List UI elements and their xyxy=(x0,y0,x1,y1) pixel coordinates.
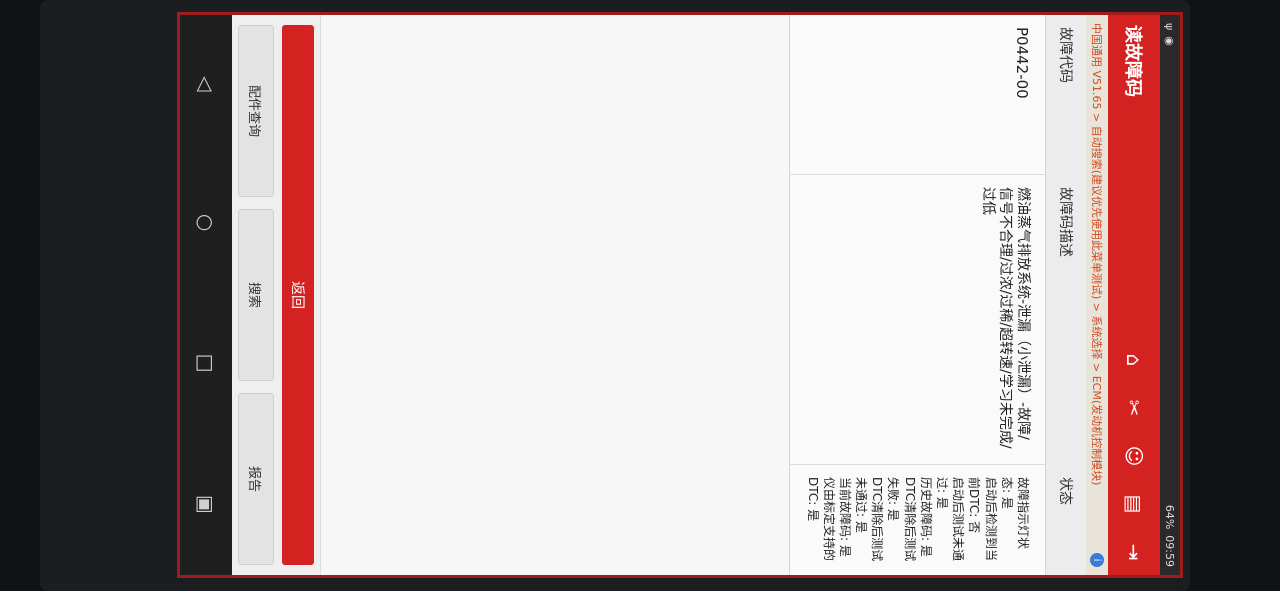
status-line: DTC清除后测试未通过: 是 xyxy=(854,477,885,562)
back-nav-icon[interactable]: ◁ xyxy=(194,76,218,91)
status-line: 启动后测试未通过: 是 xyxy=(935,477,966,562)
parts-query-button[interactable]: 配件查询 xyxy=(238,25,274,197)
table-empty-area xyxy=(269,15,790,575)
page-title: 读故障码 xyxy=(1122,25,1143,97)
recents-nav-icon[interactable]: □ xyxy=(194,354,218,373)
tools-icon[interactable]: ✂ xyxy=(1121,395,1147,421)
title-bar: 读故障码 ⌂ ✂ ☺ ▤ ⇥ xyxy=(1108,15,1160,575)
status-line: DTC清除后测试失败: 是 xyxy=(886,477,917,562)
status-line: 当前故障码: 是 xyxy=(837,477,852,557)
battery-level: 64% xyxy=(1163,504,1177,530)
print-icon[interactable]: ▤ xyxy=(1121,491,1147,517)
breadcrumb-text: 中国通用 V51.65 > 自动搜索(建议优先使用此菜单测试) > 系统选择 >… xyxy=(1090,23,1103,486)
status-bar: ψ ◉ 64% 09:59 xyxy=(1160,15,1180,575)
table-header: 故障代码 故障码描述 状态 xyxy=(1045,15,1086,575)
status-line: 故障指示灯状态: 是 xyxy=(999,477,1030,550)
status-line: 仪由标定支持的DTC: 是 xyxy=(805,477,836,562)
search-button[interactable]: 搜索 xyxy=(238,209,274,381)
table-row[interactable]: P0442-00 燃油蒸气排放系统-泄漏（小泄漏）-故障/信号不合理/过浓/过稀… xyxy=(789,15,1045,575)
report-button[interactable]: 报告 xyxy=(238,393,274,565)
back-button[interactable]: 返回 xyxy=(282,25,314,565)
system-nav-bar: ◁ ○ □ ▣ xyxy=(180,15,232,575)
column-header-code: 故障代码 xyxy=(1057,27,1073,83)
status-line: 启动后检测到当前DTC: 否 xyxy=(967,477,998,562)
screenshot-nav-icon[interactable]: ▣ xyxy=(194,495,218,514)
app-screen: ψ ◉ 64% 09:59 读故障码 ⌂ ✂ ☺ ▤ ⇥ 中国通用 V51.65… xyxy=(177,12,1183,578)
home-icon[interactable]: ⌂ xyxy=(1121,347,1147,373)
home-nav-icon[interactable]: ○ xyxy=(194,214,218,231)
usb-icon: ψ xyxy=(1163,23,1177,31)
dtc-code: P0442-00 xyxy=(790,15,1045,175)
info-icon[interactable]: i xyxy=(1090,553,1104,567)
user-icon[interactable]: ☺ xyxy=(1121,443,1147,469)
action-bar: 返回 配件查询 搜索 报告 xyxy=(232,15,321,575)
dtc-table: 故障代码 故障码描述 状态 P0442-00 燃油蒸气排放系统-泄漏（小泄漏）-… xyxy=(269,15,1086,575)
column-header-description: 故障码描述 xyxy=(1057,187,1073,257)
status-line: 历史故障码: 是 xyxy=(918,477,933,557)
record-icon: ◉ xyxy=(1163,36,1177,46)
dtc-status: 故障指示灯状态: 是 启动后检测到当前DTC: 否 启动后测试未通过: 是 历史… xyxy=(790,465,1045,575)
tablet-device: ψ ◉ 64% 09:59 读故障码 ⌂ ✂ ☺ ▤ ⇥ 中国通用 V51.65… xyxy=(40,0,1190,591)
clock: 09:59 xyxy=(1163,535,1177,567)
dtc-description: 燃油蒸气排放系统-泄漏（小泄漏）-故障/信号不合理/过浓/过稀/超转速/学习未完… xyxy=(790,175,1045,465)
breadcrumb: 中国通用 V51.65 > 自动搜索(建议优先使用此菜单测试) > 系统选择 >… xyxy=(1086,15,1108,575)
exit-icon[interactable]: ⇥ xyxy=(1121,539,1147,565)
column-header-status: 状态 xyxy=(1057,477,1073,505)
